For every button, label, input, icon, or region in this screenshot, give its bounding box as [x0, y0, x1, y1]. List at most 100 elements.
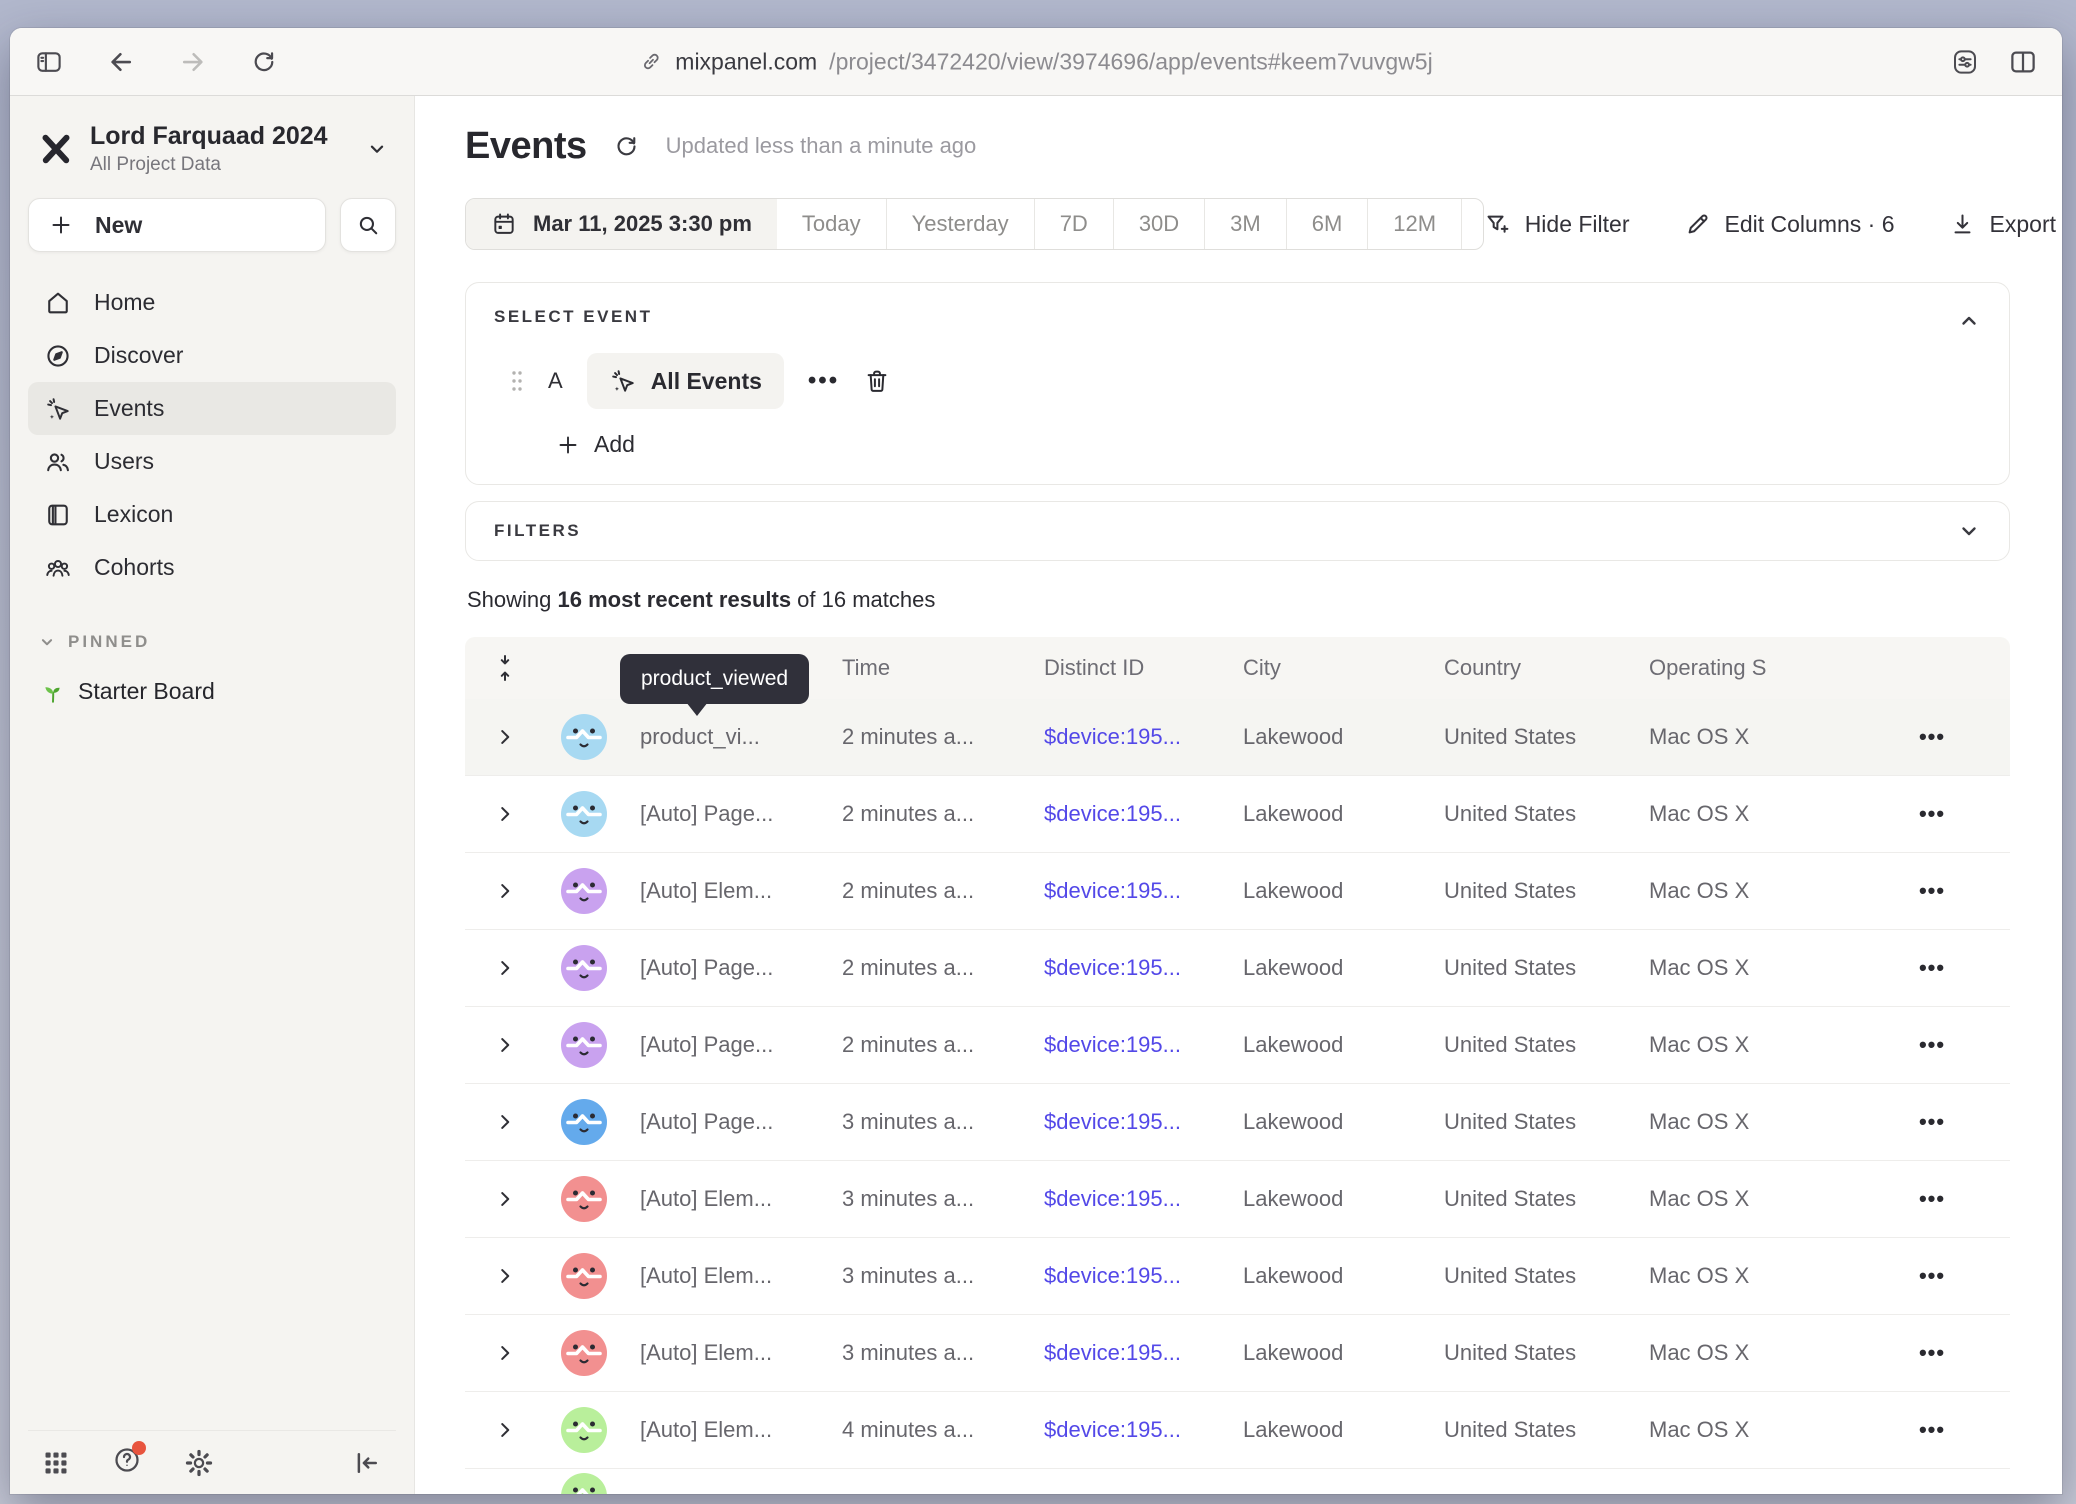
range-today[interactable]: Today [777, 199, 886, 249]
expand-row-icon[interactable] [494, 957, 516, 979]
user-avatar [561, 945, 607, 991]
pinned-section-toggle[interactable]: PINNED [28, 632, 396, 652]
expand-row-icon[interactable] [494, 803, 516, 825]
range-30d[interactable]: 30D [1113, 199, 1204, 249]
column-header-distinct-id[interactable]: Distinct ID [1044, 655, 1243, 681]
expand-row-icon[interactable] [494, 1342, 516, 1364]
expand-row-icon[interactable] [494, 1265, 516, 1287]
table-row[interactable]: [Auto] Page... 2 minutes a... $device:19… [465, 776, 2010, 853]
table-row[interactable]: [Auto] Page... 2 minutes a... $device:19… [465, 1007, 2010, 1084]
distinct-id-link[interactable]: $device:195... [1044, 801, 1243, 827]
collapse-sidebar-icon[interactable] [352, 1448, 382, 1478]
pencil-icon [1684, 211, 1711, 238]
user-avatar [561, 1022, 607, 1068]
table-row[interactable]: [Auto] Elem... 3 minutes a... $device:19… [465, 1238, 2010, 1315]
table-row[interactable]: [Auto] Elem... 4 minutes a... $device:19… [465, 1392, 2010, 1469]
address-bar[interactable]: mixpanel.com/project/3472420/view/397469… [639, 48, 1432, 75]
search-button[interactable] [340, 198, 396, 252]
add-event-button[interactable]: Add [556, 431, 635, 458]
distinct-id-link[interactable]: $device:195... [1044, 1417, 1243, 1443]
range-xtd[interactable]: XTD [1461, 199, 1484, 249]
delete-event-icon[interactable] [863, 367, 891, 395]
sidebar-item-events[interactable]: Events [28, 382, 396, 435]
expand-row-icon[interactable] [494, 726, 516, 748]
row-menu-button[interactable]: ••• [1919, 1340, 1945, 1366]
new-button[interactable]: New [28, 198, 326, 252]
row-menu-button[interactable]: ••• [1919, 955, 1945, 981]
distinct-id-link[interactable]: $device:195... [1044, 1186, 1243, 1212]
event-more-button[interactable]: ••• [808, 367, 839, 395]
range-yesterday[interactable]: Yesterday [886, 199, 1034, 249]
calendar-icon [491, 211, 517, 237]
row-menu-button[interactable]: ••• [1919, 878, 1945, 904]
apps-grid-icon[interactable] [42, 1449, 70, 1477]
split-view-icon[interactable] [2008, 47, 2038, 77]
page-title: Events [465, 125, 587, 168]
table-row[interactable]: [Auto] Elem... 3 minutes a... $device:19… [465, 1315, 2010, 1392]
distinct-id-link[interactable]: $device:195... [1044, 878, 1243, 904]
column-header-country[interactable]: Country [1444, 655, 1649, 681]
table-row[interactable]: [Auto] Elem... 2 minutes a... $device:19… [465, 853, 2010, 930]
range-3m[interactable]: 3M [1204, 199, 1286, 249]
collapse-panel-icon[interactable] [1957, 309, 1981, 333]
refresh-icon[interactable] [613, 133, 640, 160]
project-switcher[interactable]: Lord Farquaad 2024 All Project Data [28, 114, 396, 176]
forward-button-icon[interactable] [178, 47, 208, 77]
event-time: 2 minutes a... [842, 1032, 1044, 1058]
sidebar-item-discover[interactable]: Discover [28, 329, 396, 382]
drag-handle-icon[interactable] [510, 368, 524, 394]
event-os: Mac OS X [1649, 878, 1854, 904]
sidebar-item-starter-board[interactable]: Starter Board [28, 678, 396, 705]
row-menu-button[interactable]: ••• [1919, 1263, 1945, 1289]
expand-row-icon[interactable] [494, 1419, 516, 1441]
edit-columns-button[interactable]: Edit Columns · 6 [1684, 211, 1895, 238]
reload-button-icon[interactable] [250, 48, 278, 76]
range-7d[interactable]: 7D [1034, 199, 1113, 249]
user-avatar [561, 1253, 607, 1299]
table-row[interactable]: [Auto] Page... 3 minutes a... $device:19… [465, 1084, 2010, 1161]
table-row[interactable]: [Auto] Page... 2 minutes a... $device:19… [465, 930, 2010, 1007]
expand-filters-icon[interactable] [1957, 519, 1981, 543]
column-header-time[interactable]: Time [842, 655, 1044, 681]
sidebar-item-lexicon[interactable]: Lexicon [28, 488, 396, 541]
distinct-id-link[interactable]: $device:195... [1044, 1263, 1243, 1289]
event-city: Lakewood [1243, 1032, 1444, 1058]
distinct-id-link[interactable]: $device:195... [1044, 724, 1243, 750]
distinct-id-link[interactable]: $device:195... [1044, 1109, 1243, 1135]
expand-row-icon[interactable] [494, 880, 516, 902]
sidebar-item-home[interactable]: Home [28, 276, 396, 329]
column-header-os[interactable]: Operating S [1649, 655, 1854, 681]
distinct-id-link[interactable]: $device:195... [1044, 1032, 1243, 1058]
date-picker[interactable]: Mar 11, 2025 3:30 pm [466, 199, 777, 249]
sidebar-item-cohorts[interactable]: Cohorts [28, 541, 396, 594]
table-row[interactable]: ••• [465, 1469, 2010, 1494]
sidebar-toggle-icon[interactable] [34, 47, 64, 77]
row-menu-button[interactable]: ••• [1919, 1186, 1945, 1212]
sidebar-item-users[interactable]: Users [28, 435, 396, 488]
expand-row-icon[interactable] [494, 1111, 516, 1133]
collapse-rows-icon[interactable] [493, 653, 517, 683]
event-os: Mac OS X [1649, 1417, 1854, 1443]
event-selector[interactable]: All Events [587, 353, 784, 409]
row-menu-button[interactable]: ••• [1919, 1109, 1945, 1135]
row-menu-button[interactable]: ••• [1919, 724, 1945, 750]
event-name: [Auto] Elem... [640, 1263, 842, 1289]
range-6m[interactable]: 6M [1286, 199, 1368, 249]
page-settings-icon[interactable] [1950, 47, 1980, 77]
hide-filter-button[interactable]: Hide Filter [1484, 211, 1630, 238]
plus-icon [556, 433, 580, 457]
row-menu-button[interactable]: ••• [1919, 1032, 1945, 1058]
distinct-id-link[interactable]: $device:195... [1044, 1340, 1243, 1366]
export-button[interactable]: Export [1949, 211, 2056, 238]
range-12m[interactable]: 12M [1367, 199, 1461, 249]
row-menu-button[interactable]: ••• [1919, 801, 1945, 827]
table-row[interactable]: [Auto] Elem... 3 minutes a... $device:19… [465, 1161, 2010, 1238]
row-menu-button[interactable]: ••• [1919, 1417, 1945, 1443]
expand-row-icon[interactable] [494, 1188, 516, 1210]
expand-row-icon[interactable] [494, 1034, 516, 1056]
back-button-icon[interactable] [106, 47, 136, 77]
settings-gear-icon[interactable] [184, 1448, 214, 1478]
distinct-id-link[interactable]: $device:195... [1044, 955, 1243, 981]
column-header-city[interactable]: City [1243, 655, 1444, 681]
search-icon [355, 212, 381, 238]
